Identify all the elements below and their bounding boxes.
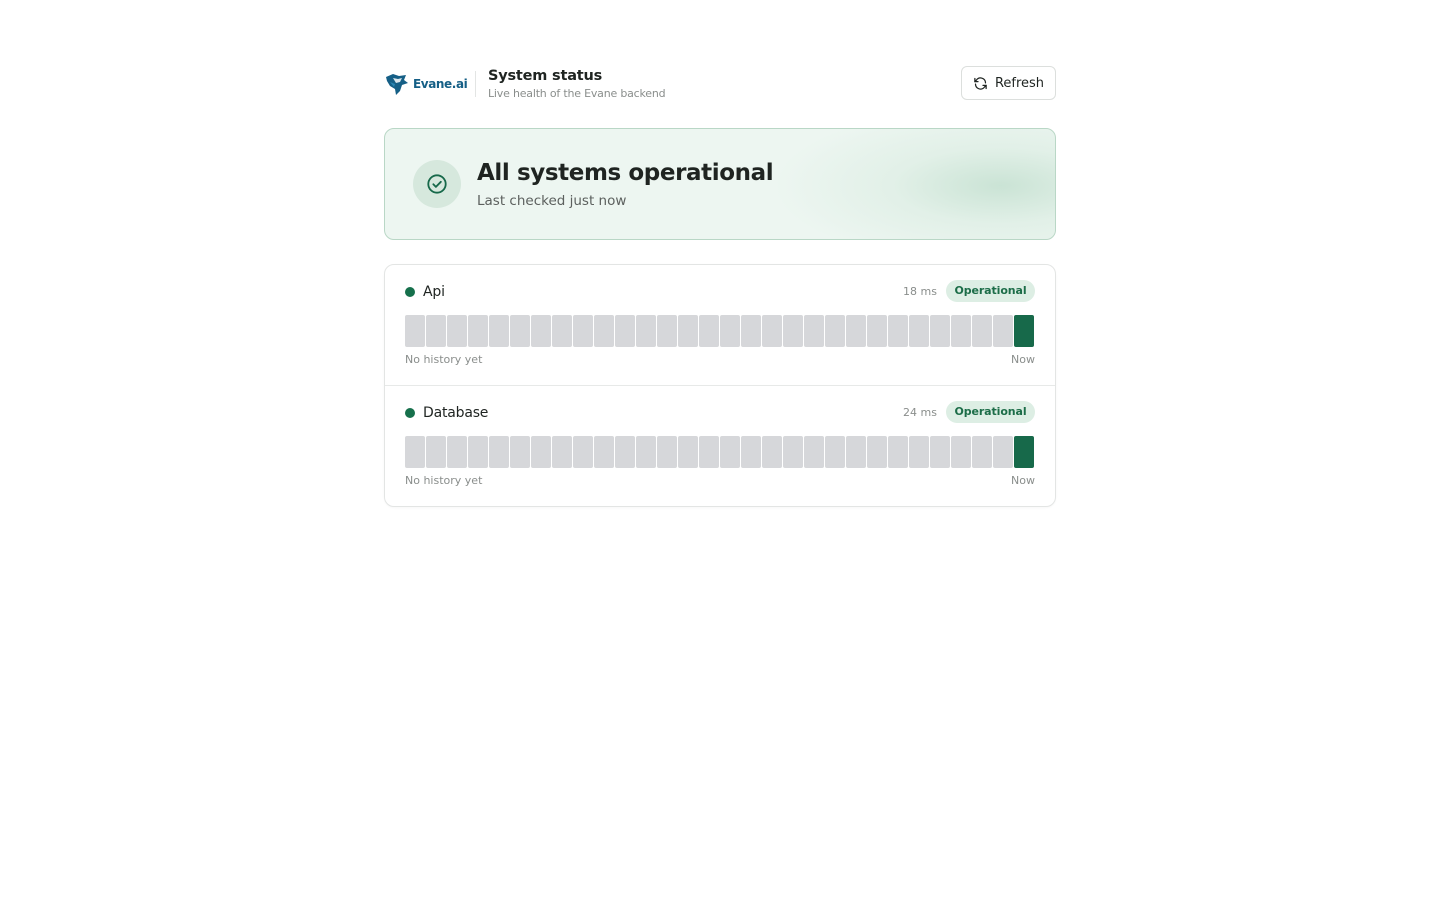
uptime-bar-empty[interactable] (741, 315, 761, 347)
status-banner: All systems operational Last checked jus… (384, 128, 1056, 240)
status-dot (405, 287, 415, 297)
uptime-history (405, 436, 1035, 468)
uptime-bar-empty[interactable] (594, 436, 614, 468)
page-title: System status (488, 68, 603, 84)
uptime-bar-empty[interactable] (552, 436, 572, 468)
uptime-bar-empty[interactable] (573, 315, 593, 347)
refresh-label: Refresh (994, 75, 1045, 91)
uptime-bar-empty[interactable] (804, 315, 824, 347)
uptime-bar-empty[interactable] (930, 436, 950, 468)
uptime-bar-empty[interactable] (993, 315, 1013, 347)
uptime-bar-empty[interactable] (636, 436, 656, 468)
banner-subtitle: Last checked just now (477, 193, 627, 209)
banner-glow (765, 129, 1055, 239)
header-divider (475, 71, 476, 97)
uptime-bar-empty[interactable] (573, 436, 593, 468)
header-titles: System status Live health of the Evane b… (488, 66, 666, 101)
uptime-bar-empty[interactable] (825, 436, 845, 468)
uptime-bar-empty[interactable] (615, 436, 635, 468)
uptime-bar-empty[interactable] (426, 315, 446, 347)
uptime-bar-empty[interactable] (468, 436, 488, 468)
uptime-bar-empty[interactable] (972, 436, 992, 468)
uptime-bar-empty[interactable] (951, 315, 971, 347)
uptime-bar-empty[interactable] (594, 315, 614, 347)
page-header: Evane.ai System status Live health of th… (384, 64, 1056, 104)
uptime-bar-empty[interactable] (510, 436, 530, 468)
history-end-label: Now (1011, 474, 1035, 487)
uptime-bar-empty[interactable] (804, 436, 824, 468)
uptime-bar-operational[interactable] (1014, 315, 1034, 347)
uptime-bar-empty[interactable] (405, 436, 425, 468)
uptime-bar-empty[interactable] (405, 315, 425, 347)
uptime-bar-empty[interactable] (510, 315, 530, 347)
uptime-bar-empty[interactable] (636, 315, 656, 347)
uptime-bar-empty[interactable] (972, 315, 992, 347)
uptime-bar-empty[interactable] (741, 436, 761, 468)
uptime-bar-empty[interactable] (909, 436, 929, 468)
status-badge: Operational (946, 280, 1035, 302)
uptime-bar-empty[interactable] (699, 436, 719, 468)
status-dot (405, 408, 415, 418)
uptime-bar-empty[interactable] (762, 315, 782, 347)
services-list: Api 18 ms Operational No history yet Now… (384, 264, 1056, 507)
brand-logo[interactable]: Evane.ai (384, 70, 468, 98)
refresh-icon (973, 76, 988, 91)
uptime-bar-empty[interactable] (909, 315, 929, 347)
status-badge: Operational (946, 401, 1035, 423)
history-start-label: No history yet (405, 474, 483, 487)
uptime-bar-empty[interactable] (657, 315, 677, 347)
uptime-bar-empty[interactable] (720, 436, 740, 468)
brand-name: Evane.ai (413, 77, 468, 91)
service-latency: 18 ms (903, 285, 937, 298)
uptime-bar-empty[interactable] (489, 436, 509, 468)
uptime-bar-empty[interactable] (888, 436, 908, 468)
check-circle-icon (413, 160, 461, 208)
uptime-bar-empty[interactable] (720, 315, 740, 347)
history-end-label: Now (1011, 353, 1035, 366)
service-row: Api 18 ms Operational No history yet Now (385, 265, 1055, 386)
uptime-bar-empty[interactable] (468, 315, 488, 347)
uptime-bar-empty[interactable] (678, 315, 698, 347)
eagle-logo-icon (386, 74, 408, 95)
uptime-history (405, 315, 1035, 347)
uptime-bar-empty[interactable] (867, 315, 887, 347)
uptime-bar-empty[interactable] (762, 436, 782, 468)
banner-title: All systems operational (477, 160, 774, 186)
uptime-bar-empty[interactable] (846, 436, 866, 468)
uptime-bar-empty[interactable] (867, 436, 887, 468)
uptime-bar-empty[interactable] (531, 436, 551, 468)
service-latency: 24 ms (903, 406, 937, 419)
uptime-bar-empty[interactable] (846, 315, 866, 347)
uptime-bar-empty[interactable] (615, 315, 635, 347)
uptime-bar-empty[interactable] (783, 436, 803, 468)
uptime-bar-empty[interactable] (447, 436, 467, 468)
uptime-bar-empty[interactable] (678, 436, 698, 468)
uptime-bar-empty[interactable] (951, 436, 971, 468)
page-subtitle: Live health of the Evane backend (488, 87, 666, 100)
uptime-bar-empty[interactable] (489, 315, 509, 347)
service-name: Database (423, 405, 489, 421)
uptime-bar-empty[interactable] (657, 436, 677, 468)
uptime-bar-empty[interactable] (930, 315, 950, 347)
uptime-bar-empty[interactable] (783, 315, 803, 347)
uptime-bar-operational[interactable] (1014, 436, 1034, 468)
uptime-bar-empty[interactable] (531, 315, 551, 347)
uptime-bar-empty[interactable] (888, 315, 908, 347)
history-start-label: No history yet (405, 353, 483, 366)
uptime-bar-empty[interactable] (447, 315, 467, 347)
uptime-bar-empty[interactable] (699, 315, 719, 347)
uptime-bar-empty[interactable] (993, 436, 1013, 468)
service-name: Api (423, 284, 445, 300)
uptime-bar-empty[interactable] (426, 436, 446, 468)
uptime-bar-empty[interactable] (552, 315, 572, 347)
uptime-bar-empty[interactable] (825, 315, 845, 347)
refresh-button[interactable]: Refresh (961, 66, 1056, 100)
service-row: Database 24 ms Operational No history ye… (385, 386, 1055, 506)
status-page: Evane.ai System status Live health of th… (384, 64, 1056, 507)
